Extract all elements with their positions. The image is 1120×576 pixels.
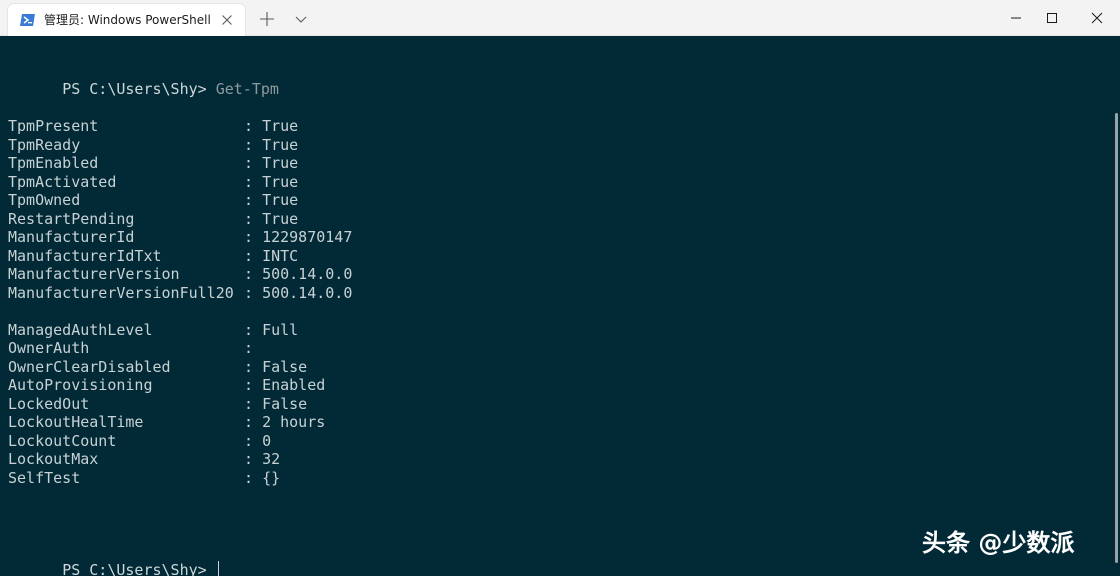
output-row: LockedOut: False	[8, 395, 307, 413]
separator: :	[244, 265, 263, 283]
output-row: OwnerAuth:	[8, 339, 262, 357]
active-prompt-line[interactable]: PS C:\Users\Shy>	[8, 543, 219, 576]
separator: :	[244, 283, 263, 302]
property-value: True	[262, 135, 299, 154]
tab-title: 管理员: Windows PowerShell	[44, 13, 211, 27]
maximize-icon	[1047, 13, 1057, 23]
property-name: ManufacturerVersion	[8, 265, 180, 283]
separator: :	[244, 339, 263, 357]
property-name: TpmPresent	[8, 117, 99, 135]
tab-powershell[interactable]: 管理员: Windows PowerShell	[8, 4, 245, 36]
output-row: ManagedAuthLevel: Full	[8, 321, 298, 339]
property-name: ManagedAuthLevel	[8, 320, 153, 339]
property-value: INTC	[262, 246, 299, 265]
separator: :	[244, 394, 263, 413]
separator: :	[244, 376, 263, 394]
chevron-down-icon[interactable]	[290, 8, 312, 30]
scrollbar[interactable]	[1115, 113, 1118, 563]
new-tab-icon[interactable]	[256, 8, 278, 30]
property-value: Enabled	[262, 376, 326, 394]
separator: :	[244, 117, 263, 135]
separator: :	[244, 413, 263, 431]
output-row: ManufacturerId: 1229870147	[8, 228, 352, 246]
minimize-icon	[1011, 17, 1021, 19]
property-name: LockoutCount	[8, 431, 117, 450]
property-name: TpmEnabled	[8, 154, 99, 172]
output-row: RestartPending: True	[8, 210, 298, 228]
output-row: TpmOwned: True	[8, 191, 298, 209]
output-row: TpmReady: True	[8, 136, 298, 154]
property-name: SelfTest	[8, 468, 81, 487]
separator: :	[244, 320, 263, 339]
output-row: ManufacturerIdTxt: INTC	[8, 247, 298, 265]
title-bar[interactable]: 管理员: Windows PowerShell	[0, 0, 1120, 36]
output-row: ManufacturerVersion: 500.14.0.0	[8, 265, 352, 283]
separator: :	[244, 172, 263, 191]
separator: :	[244, 228, 263, 246]
property-value: True	[262, 172, 299, 191]
output-row: SelfTest: {}	[8, 469, 280, 487]
property-name: LockoutMax	[8, 450, 99, 468]
terminal-pane[interactable]: PS C:\Users\Shy> Get-Tpm TpmPresent: Tru…	[0, 36, 1120, 576]
property-value: False	[262, 394, 308, 413]
property-value: True	[262, 154, 299, 172]
command-line: PS C:\Users\Shy> Get-Tpm	[8, 62, 279, 98]
property-name: ManufacturerId	[8, 228, 135, 246]
output-row: TpmPresent: True	[8, 117, 298, 135]
output-row: OwnerClearDisabled: False	[8, 358, 307, 376]
output-row: LockoutCount: 0	[8, 432, 271, 450]
close-icon	[1091, 12, 1103, 24]
property-name: RestartPending	[8, 209, 135, 228]
separator: :	[244, 191, 263, 209]
separator: :	[244, 209, 263, 228]
close-window-button[interactable]	[1074, 0, 1120, 36]
close-tab-icon[interactable]	[218, 11, 236, 29]
property-value: 0	[262, 431, 272, 450]
property-name: ManufacturerVersionFull20	[8, 283, 234, 302]
output-row: LockoutMax: 32	[8, 450, 280, 468]
output-row: TpmEnabled: True	[8, 154, 298, 172]
separator: :	[244, 431, 263, 450]
property-name: OwnerClearDisabled	[8, 357, 171, 376]
prompt: PS C:\Users\Shy>	[62, 561, 207, 576]
separator: :	[244, 246, 263, 265]
property-name: TpmReady	[8, 135, 81, 154]
property-name: AutoProvisioning	[8, 376, 153, 394]
separator: :	[244, 450, 263, 468]
property-name: LockedOut	[8, 394, 90, 413]
terminal-window: 管理员: Windows PowerShell PS C:\Users\Shy>…	[0, 0, 1120, 576]
property-name: LockoutHealTime	[8, 413, 144, 431]
property-name: ManufacturerIdTxt	[8, 246, 162, 265]
watermark: 头条 @少数派	[922, 529, 1075, 557]
property-value: True	[262, 209, 299, 228]
property-value: 1229870147	[262, 228, 353, 246]
property-value: 500.14.0.0	[262, 283, 353, 302]
separator: :	[244, 357, 263, 376]
property-value: True	[262, 117, 299, 135]
property-name: OwnerAuth	[8, 339, 90, 357]
output-row: AutoProvisioning: Enabled	[8, 376, 325, 394]
output-row: TpmActivated: True	[8, 173, 298, 191]
property-value: True	[262, 191, 299, 209]
property-value: {}	[262, 468, 281, 487]
prompt: PS C:\Users\Shy>	[62, 80, 207, 98]
separator: :	[244, 468, 263, 487]
powershell-icon	[20, 14, 35, 26]
property-value: 2 hours	[262, 413, 326, 431]
property-value: 500.14.0.0	[262, 265, 353, 283]
property-value: 32	[262, 450, 281, 468]
maximize-button[interactable]	[1029, 0, 1075, 36]
text-cursor	[217, 561, 219, 576]
property-value: Full	[262, 320, 299, 339]
output-row: ManufacturerVersionFull20: 500.14.0.0	[8, 284, 352, 302]
output-row: LockoutHealTime: 2 hours	[8, 413, 325, 431]
separator: :	[244, 154, 263, 172]
property-name: TpmOwned	[8, 191, 81, 209]
property-value: False	[262, 357, 308, 376]
command-text: Get-Tpm	[215, 80, 279, 98]
property-name: TpmActivated	[8, 172, 117, 191]
separator: :	[244, 135, 263, 154]
